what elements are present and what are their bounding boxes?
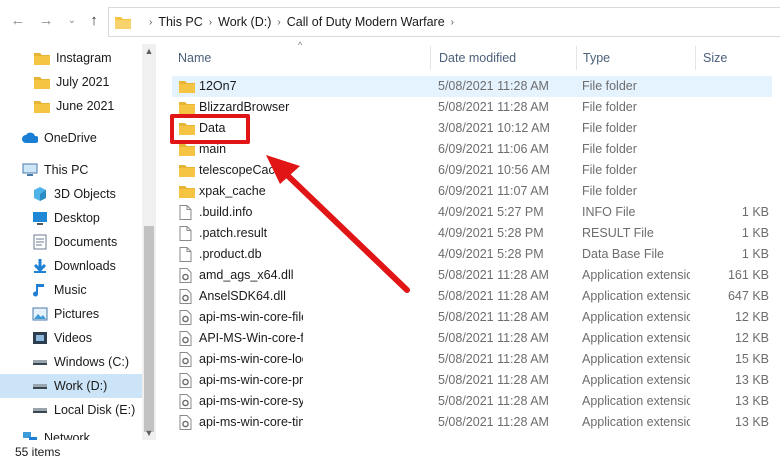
status-item-count: 55 items [15, 445, 61, 459]
red-arrow-annotation [266, 155, 410, 293]
